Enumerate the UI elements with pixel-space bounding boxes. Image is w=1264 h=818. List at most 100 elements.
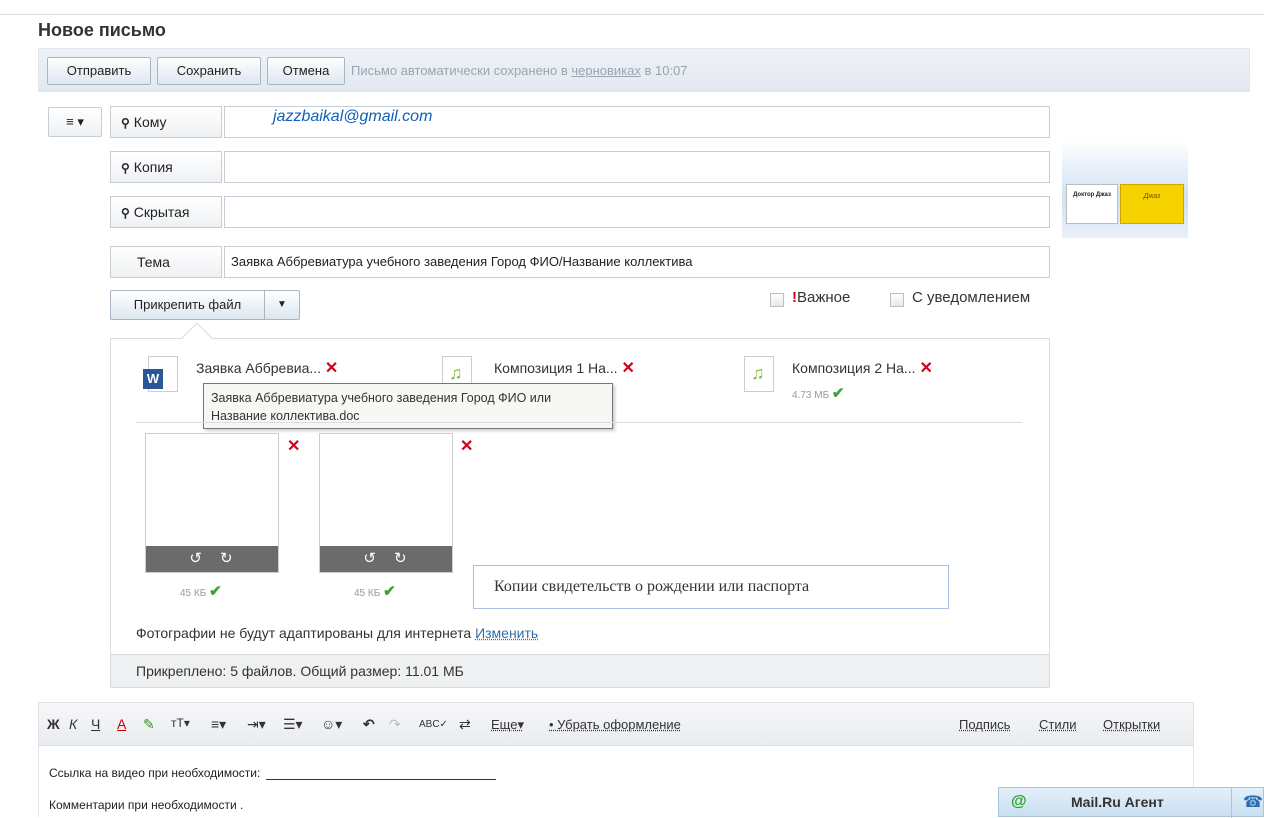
change-link[interactable]: Изменить [475,625,538,641]
attachment-item[interactable]: Композиция 1 На... ✕ [494,358,635,378]
ad-logo-left: Доктор Джаз [1066,184,1118,224]
chevron-down-icon[interactable]: ▼ [265,291,299,319]
rotate-controls[interactable]: ↺↻ [320,546,452,572]
blank-underline [265,768,496,780]
at-icon: @ [1011,793,1027,810]
cancel-button[interactable]: Отмена [267,57,345,85]
important-checkbox[interactable] [770,293,784,307]
styles-link[interactable]: Стили [1039,717,1076,732]
rotate-right-icon[interactable]: ↻ [220,550,251,567]
person-icon: ⚲ [121,161,130,175]
agent-label: Mail.Ru Агент [1071,794,1164,810]
annotation-callout: Копии свидетельств о рождении или паспор… [473,565,949,609]
indent-button[interactable]: ⇥▾ [247,716,266,733]
autosave-time: в 10:07 [640,63,688,78]
to-label-button[interactable]: ⚲ Кому [110,106,222,138]
more-button[interactable]: Еще▾ [491,717,524,733]
attachment-size: 4.73 МБ ✔ [792,384,845,402]
list-button[interactable]: ☰▾ [283,716,303,733]
save-button[interactable]: Сохранить [157,57,261,85]
ad-logo-right: Джаз [1120,184,1184,224]
attachments-summary: Прикреплено: 5 файлов. Общий размер: 11.… [111,654,1049,687]
bold-button[interactable]: Ж [47,716,60,732]
ad-banner[interactable]: Доктор Джаз Джаз [1062,140,1188,238]
mailru-agent-bar[interactable]: @ Mail.Ru Агент ☎ [998,787,1264,818]
body-line: Ссылка на видео при необходимости: [49,766,496,780]
photo-size: 45 КБ ✔ [180,582,222,600]
rotate-left-icon[interactable]: ↺ [189,550,220,567]
check-icon: ✔ [831,385,845,402]
italic-button[interactable]: К [69,716,77,732]
remove-attachment-icon[interactable]: ✕ [325,360,338,377]
highlight-button[interactable]: ✎ [143,716,155,733]
to-label: Кому [133,114,167,130]
undo-button[interactable]: ↶ [363,716,375,733]
photo-size-text: 45 КБ [354,588,381,599]
attachment-name: Заявка Аббревиа... [196,360,322,376]
remove-attachment-icon[interactable]: ✕ [919,360,932,377]
phone-icon[interactable]: ☎ [1243,792,1263,812]
cc-label: Копия [133,159,173,175]
send-button[interactable]: Отправить [47,57,151,85]
attach-file-control: Прикрепить файл ▼ [110,290,300,320]
photo-size-text: 45 КБ [180,588,207,599]
rotate-controls[interactable]: ↺↻ [146,546,278,572]
remove-photo-icon[interactable]: ✕ [460,436,473,456]
page-title: Новое письмо [38,20,166,40]
person-icon: ⚲ [121,116,130,130]
attachment-name: Композиция 1 На... [494,360,618,376]
align-button[interactable]: ≡▾ [211,716,226,733]
body-line: Комментарии при необходимости . [49,798,244,812]
postcards-link[interactable]: Открытки [1103,717,1160,732]
bcc-label: Скрытая [133,204,190,220]
important-label-text: Важное [797,289,851,306]
bcc-input[interactable] [224,196,1050,228]
cc-label-button[interactable]: ⚲ Копия [110,151,222,183]
autosave-prefix: Письмо автоматически сохранено в [351,63,572,78]
spellcheck-button[interactable]: ABC✓ [419,719,448,730]
word-icon: W [143,369,163,389]
text-color-button[interactable]: А [117,716,126,732]
signature-link[interactable]: Подпись [959,717,1010,732]
photo-thumbnail[interactable]: ↺↻ [319,433,453,573]
word-doc-icon: W [143,356,178,392]
bcc-label-button[interactable]: ⚲ Скрытая [110,196,222,228]
agent-separator [1231,788,1232,818]
attachment-item[interactable]: Композиция 2 На... ✕ [792,358,933,378]
music-note-icon: ♫ [449,363,463,383]
attachment-name: Композиция 2 На... [792,360,916,376]
music-note-icon: ♫ [751,363,765,383]
notify-checkbox[interactable] [890,293,904,307]
photo-adapt-note: Фотографии не будут адаптированы для инт… [136,625,538,641]
remove-photo-icon[interactable]: ✕ [287,436,300,456]
cc-input[interactable] [224,151,1050,183]
to-recipient-chip[interactable]: jazzbaikal@gmail.com [273,108,432,126]
recipients-menu-button[interactable]: ≡ ▾ [48,107,102,137]
photo-note-text: Фотографии не будут адаптированы для инт… [136,625,476,641]
font-size-button[interactable]: тТ▾ [171,716,190,730]
person-icon: ⚲ [121,206,130,220]
clear-format-button[interactable]: • Убрать оформление [549,717,681,732]
format-toolbar: Ж К Ч А ✎ тТ▾ ≡▾ ⇥▾ ☰▾ ☺▾ ↶ ↷ ABC✓ ⇄ Еще… [38,702,1194,746]
attachment-item[interactable]: Заявка Аббревиа... ✕ [196,358,338,378]
rotate-left-icon[interactable]: ↺ [363,550,394,567]
translit-button[interactable]: ⇄ [459,716,471,733]
subject-input[interactable]: Заявка Аббревиатура учебного заведения Г… [224,246,1050,278]
rotate-right-icon[interactable]: ↻ [394,550,425,567]
important-label: !Важное [792,289,850,306]
remove-attachment-icon[interactable]: ✕ [621,360,634,377]
drafts-link[interactable]: черновиках [571,63,641,78]
attach-file-button[interactable]: Прикрепить файл [111,291,265,319]
underline-button[interactable]: Ч [91,716,100,732]
check-icon: ✔ [209,583,222,600]
top-divider [0,14,1264,15]
audio-file-icon: ♫ [744,356,774,392]
emoji-button[interactable]: ☺▾ [321,716,342,733]
autosave-status: Письмо автоматически сохранено в чернови… [351,63,688,78]
notify-label: С уведомлением [912,289,1031,306]
attachment-size-text: 4.73 МБ [792,390,830,401]
redo-button[interactable]: ↷ [389,716,401,733]
photo-thumbnail[interactable]: ↺↻ [145,433,279,573]
check-icon: ✔ [383,583,396,600]
subject-label: Тема [110,246,222,278]
